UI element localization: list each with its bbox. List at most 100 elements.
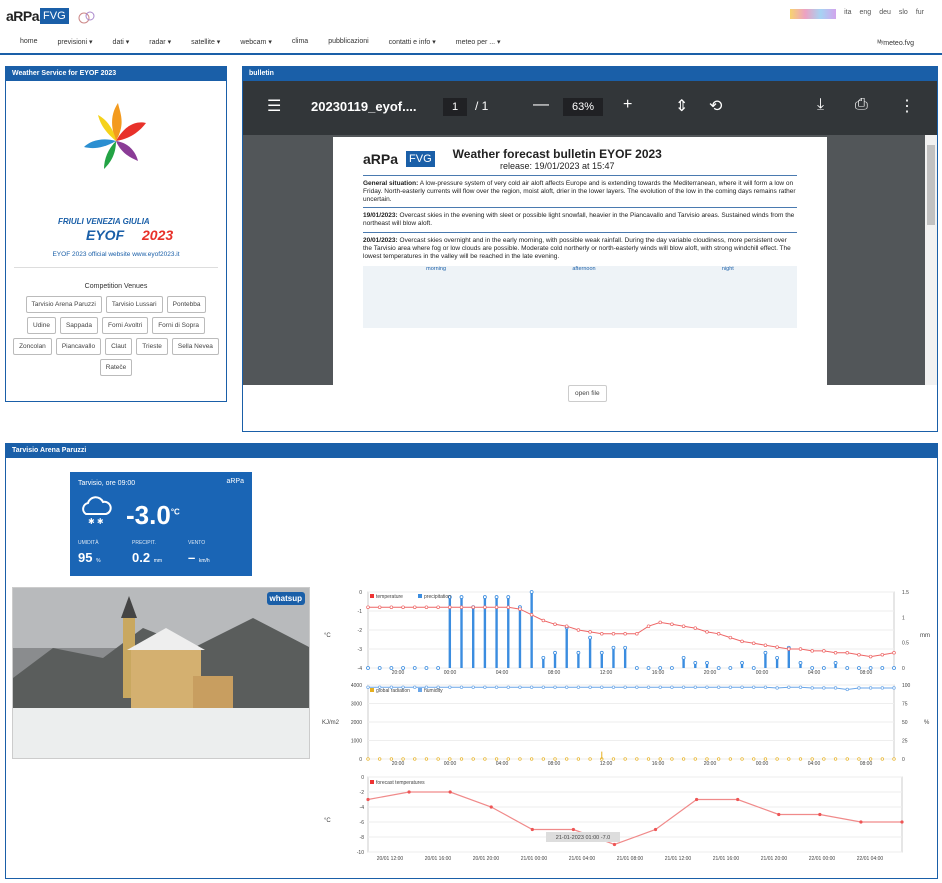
more-icon[interactable]: ⋮ [899, 96, 915, 116]
radiation-point [576, 757, 581, 761]
venue-button[interactable]: Piancavallo [55, 338, 102, 355]
precip-point [482, 595, 487, 599]
y-tick-label: 4000 [351, 683, 362, 689]
humidity-point [576, 685, 581, 689]
x-tick-label: 04:00 [496, 670, 509, 676]
x-tick-label: 20/01 16:00 [425, 856, 452, 862]
venue-button[interactable]: Udine [26, 317, 56, 334]
webcam-image[interactable]: whatsup [12, 587, 310, 759]
precip-label: PRECIPIT. [132, 540, 156, 546]
radiation-point [868, 757, 873, 761]
x-tick-label: 08:00 [860, 670, 873, 676]
venue-button[interactable]: Claut [105, 338, 133, 355]
nav-clima[interactable]: clima [282, 36, 318, 52]
venue-button[interactable]: Forni di Sopra [152, 317, 206, 334]
forecast-point [448, 790, 452, 794]
temperature-point [576, 628, 581, 632]
fit-page-icon[interactable]: ⇕ [675, 96, 688, 116]
venue-button[interactable]: Forni Avoltri [101, 317, 149, 334]
eyof-logo-line3: 2023 [142, 227, 174, 243]
radiation-point [892, 757, 896, 761]
humidity-point [798, 685, 803, 689]
eyof-website-link[interactable]: EYOF 2023 official website www.eyof2023.… [6, 251, 226, 258]
humidity-point [541, 685, 545, 689]
humidity-point [810, 686, 814, 690]
zoom-in-icon[interactable]: + [623, 96, 632, 114]
lang-slo[interactable]: slo [899, 9, 908, 19]
precip-point [494, 595, 499, 599]
radiation-point [635, 757, 639, 761]
humidity-point [529, 685, 534, 689]
download-icon[interactable]: ⤓ [817, 96, 824, 114]
x-tick-label: 22/01 00:00 [809, 856, 836, 862]
cloud-snow-icon: ✱ ✱ [82, 496, 112, 526]
venue-button[interactable]: Sappada [59, 317, 98, 334]
radiation-point [436, 757, 440, 761]
venue-button[interactable]: Tarvisio Arena Paruzzi [25, 296, 102, 313]
venue-button[interactable]: Tarvisio Lussari [105, 296, 163, 313]
language-switch: ita eng deu slo fur [790, 9, 924, 19]
nav-home[interactable]: home [10, 36, 48, 52]
nav-satellite[interactable]: satellite ▾ [181, 36, 230, 52]
lang-fur[interactable]: fur [916, 9, 924, 19]
radiation-point [401, 757, 405, 761]
radiation-point [833, 757, 838, 761]
temperature-point [541, 618, 546, 623]
temperature-point [810, 649, 814, 653]
legend-label: forecast temperatures [376, 780, 425, 786]
eyof-panel: Weather Service for EYOF 2023 FRIULI VEN… [5, 66, 227, 402]
temperature-point [798, 647, 803, 651]
temperature-point [448, 605, 452, 609]
x-tick-label: 04:00 [808, 670, 821, 676]
print-icon[interactable]: ⎙ [855, 96, 868, 114]
rotate-icon[interactable]: ⟲ [709, 96, 722, 116]
forecast-point [900, 820, 904, 824]
x-tick-label: 04:00 [808, 761, 821, 767]
venue-button[interactable]: Sella Nevea [171, 338, 219, 355]
temperature-point [787, 647, 791, 651]
x-tick-label: 21/01 16:00 [713, 856, 740, 862]
precip-bar [577, 652, 580, 668]
nav-webcam[interactable]: webcam ▾ [230, 36, 282, 52]
nav-mymeteo[interactable]: ᴹʸmeteo.fvg [867, 38, 924, 49]
radiation-point [553, 757, 557, 761]
nav-previsioni[interactable]: previsioni ▾ [48, 36, 103, 52]
page-input[interactable]: 1 [443, 98, 467, 116]
humidity-point [600, 685, 604, 689]
x-tick-label: 08:00 [548, 670, 561, 676]
precip-point [424, 666, 429, 670]
venues-list: Tarvisio Arena Paruzzi Tarvisio Lussari … [6, 290, 226, 382]
nav-contatti[interactable]: contatti e info ▾ [379, 36, 446, 52]
menu-icon[interactable]: ☰ [267, 96, 281, 116]
zoom-level[interactable]: 63% [563, 98, 603, 116]
temperature-point [529, 613, 534, 617]
open-file-button[interactable]: open file [568, 385, 607, 402]
arpa-logo[interactable]: aRPa FVG [6, 8, 69, 24]
y-tick-label: -4 [358, 666, 363, 672]
nav-dati[interactable]: dati ▾ [103, 36, 140, 52]
nav-meteo-per[interactable]: meteo per ... ▾ [446, 36, 511, 52]
nav-pubblicazioni[interactable]: pubblicazioni [318, 36, 378, 52]
lang-eng[interactable]: eng [860, 9, 872, 19]
humidity-point [880, 686, 884, 690]
radiation-point [483, 757, 487, 761]
venue-button[interactable]: Pontebba [166, 296, 207, 313]
nav-radar[interactable]: radar ▾ [139, 36, 181, 52]
pdf-scrollbar[interactable] [925, 135, 937, 385]
radiation-point [670, 757, 674, 761]
precip-point [716, 666, 721, 670]
x-tick-label: 21/01 20:00 [761, 856, 788, 862]
pdf-viewer[interactable]: ☰ 20230119_eyof.... 1 / 1 — 63% + ⇕ ⟲ ⤓ … [243, 81, 937, 385]
humidity-point [611, 685, 616, 689]
lang-ita[interactable]: ita [844, 9, 851, 19]
lang-deu[interactable]: deu [879, 9, 891, 19]
zoom-out-icon[interactable]: — [533, 96, 549, 114]
radiation-point [693, 757, 697, 761]
y-axis-label-right: % [924, 720, 930, 726]
eyof-logo-line1: FRIULI VENEZIA GIULIA [58, 217, 150, 226]
venue-button[interactable]: Trieste [136, 338, 168, 355]
radiation-point [588, 757, 592, 761]
venue-button[interactable]: Rateče [99, 359, 133, 376]
temperature-point [646, 624, 651, 628]
venue-button[interactable]: Zoncolan [13, 338, 52, 355]
